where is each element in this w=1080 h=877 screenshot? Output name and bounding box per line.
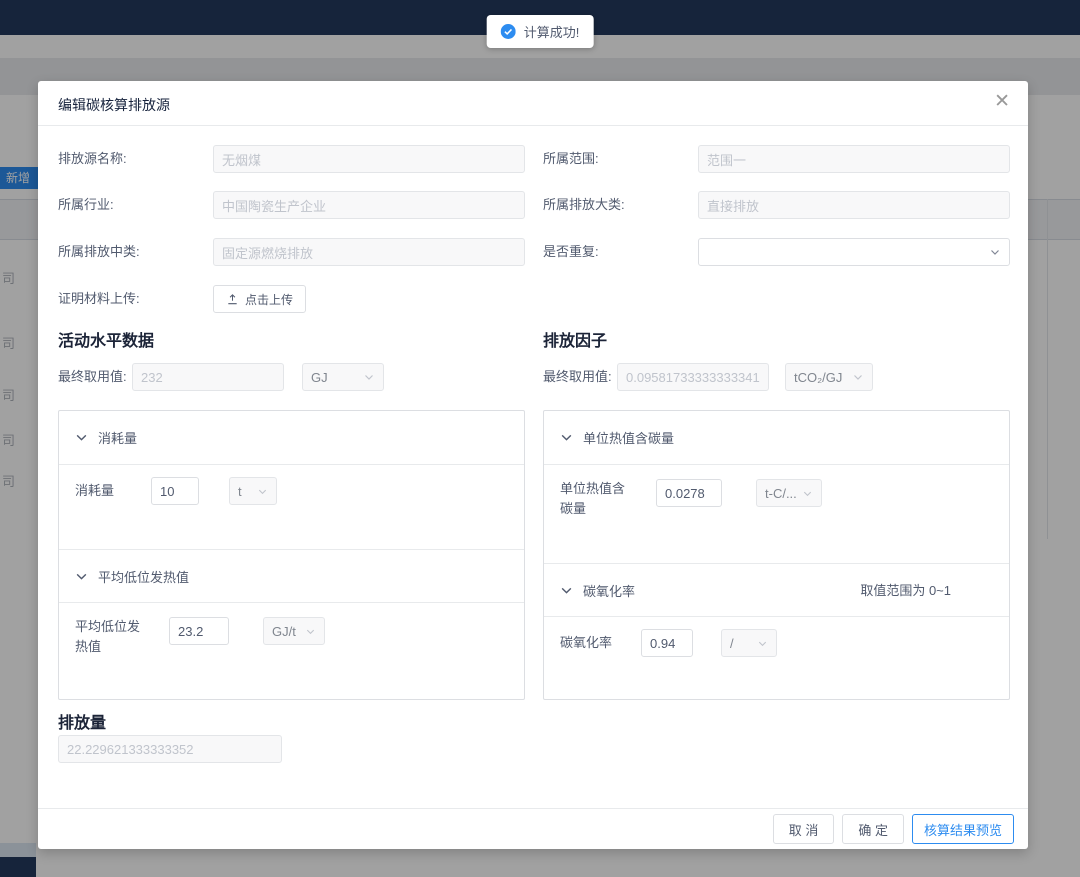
carbon-content-input[interactable] — [656, 479, 722, 507]
carbon-content-panel-header[interactable]: 单位热值含碳量 — [544, 411, 1009, 465]
carbon-content-unit-select: t-C/... — [756, 479, 822, 507]
chevron-down-icon — [852, 371, 864, 383]
header-divider — [38, 125, 1028, 126]
is-duplicate-label: 是否重复: — [543, 238, 599, 266]
oxidation-rate-unit-value: / — [730, 636, 734, 651]
emission-mid-category-label: 所属排放中类: — [58, 238, 140, 266]
heating-value-label: 平均低位发热值 — [75, 617, 151, 657]
industry-field — [213, 191, 525, 219]
oxidation-rate-panel-title: 碳氧化率 — [583, 581, 635, 600]
activity-final-unit-value: GJ — [311, 370, 328, 385]
oxidation-rate-input[interactable] — [641, 629, 693, 657]
heating-value-unit-value: GJ/t — [272, 624, 296, 639]
emission-factor-heading: 排放因子 — [543, 327, 607, 351]
activity-final-value-field — [132, 363, 284, 391]
oxidation-range-note: 取值范围为 0~1 — [860, 564, 951, 618]
activity-final-unit-select: GJ — [302, 363, 384, 391]
carbon-content-label: 单位热值含碳量 — [560, 479, 636, 519]
close-icon[interactable]: ✕ — [994, 91, 1010, 113]
factor-final-value-field — [617, 363, 769, 391]
activity-collapse: 消耗量 消耗量 t 平均低位发热值 平均低位发热值 GJ/t — [58, 410, 525, 700]
chevron-down-icon — [757, 638, 768, 649]
chevron-down-icon — [989, 246, 1001, 258]
consumption-input[interactable] — [151, 477, 199, 505]
consumption-panel-header[interactable]: 消耗量 — [59, 411, 524, 465]
chevron-down-icon — [75, 431, 88, 444]
heating-value-unit-select: GJ/t — [263, 617, 325, 645]
activity-data-heading: 活动水平数据 — [58, 327, 154, 351]
scope-label: 所属范围: — [543, 145, 599, 173]
oxidation-rate-unit-select: / — [721, 629, 777, 657]
success-check-icon — [501, 24, 516, 39]
consumption-label: 消耗量 — [75, 481, 114, 501]
edit-emission-source-dialog: 编辑碳核算排放源 ✕ 排放源名称: 所属范围: 所属行业: 所属排放大类: 所属… — [38, 81, 1028, 849]
heating-value-input[interactable] — [169, 617, 229, 645]
carbon-content-panel-title: 单位热值含碳量 — [583, 428, 674, 447]
carbon-content-panel-body: 单位热值含碳量 t-C/... — [544, 465, 1009, 563]
chevron-down-icon — [560, 431, 573, 444]
consumption-panel-title: 消耗量 — [98, 428, 137, 447]
factor-collapse: 单位热值含碳量 单位热值含碳量 t-C/... 碳氧化率 取值范围为 0~1 碳… — [543, 410, 1010, 700]
cancel-button[interactable]: 取 消 — [773, 814, 835, 844]
heating-value-panel-body: 平均低位发热值 GJ/t — [59, 603, 524, 699]
consumption-unit-value: t — [238, 484, 242, 499]
upload-button-label: 点击上传 — [245, 291, 293, 308]
factor-final-value-label: 最终取用值: — [543, 363, 612, 391]
is-duplicate-select[interactable] — [698, 238, 1010, 266]
footer-divider — [38, 808, 1028, 809]
dialog-footer: 取 消 确 定 核算结果预览 — [773, 814, 1014, 844]
chevron-down-icon — [75, 570, 88, 583]
upload-icon — [226, 293, 239, 306]
industry-label: 所属行业: — [58, 191, 114, 219]
toast-message: 计算成功! — [524, 22, 580, 41]
emission-major-category-field — [698, 191, 1010, 219]
consumption-panel-body: 消耗量 t — [59, 465, 524, 549]
dialog-title: 编辑碳核算排放源 — [58, 95, 170, 115]
source-name-field — [213, 145, 525, 173]
oxidation-rate-panel-header[interactable]: 碳氧化率 取值范围为 0~1 — [544, 563, 1009, 617]
activity-final-value-label: 最终取用值: — [58, 363, 127, 391]
factor-final-unit-value: tCO₂/GJ — [794, 370, 842, 385]
confirm-button[interactable]: 确 定 — [842, 814, 904, 844]
oxidation-rate-panel-body: 碳氧化率 / — [544, 617, 1009, 699]
scope-field — [698, 145, 1010, 173]
emission-mid-category-field — [213, 238, 525, 266]
heating-value-panel-header[interactable]: 平均低位发热值 — [59, 549, 524, 603]
heating-value-panel-title: 平均低位发热值 — [98, 567, 189, 586]
chevron-down-icon — [363, 371, 375, 383]
chevron-down-icon — [257, 486, 268, 497]
emission-amount-field — [58, 735, 282, 763]
emission-major-category-label: 所属排放大类: — [543, 191, 625, 219]
consumption-unit-select: t — [229, 477, 277, 505]
source-name-label: 排放源名称: — [58, 145, 127, 173]
success-toast: 计算成功! — [487, 15, 594, 48]
chevron-down-icon — [305, 626, 316, 637]
emission-amount-heading: 排放量 — [58, 709, 106, 733]
carbon-content-unit-value: t-C/... — [765, 486, 797, 501]
upload-button[interactable]: 点击上传 — [213, 285, 306, 313]
chevron-down-icon — [560, 584, 573, 597]
proof-upload-label: 证明材料上传: — [58, 285, 140, 313]
result-preview-button[interactable]: 核算结果预览 — [912, 814, 1014, 844]
factor-final-unit-select: tCO₂/GJ — [785, 363, 873, 391]
oxidation-rate-label: 碳氧化率 — [560, 633, 612, 653]
chevron-down-icon — [802, 488, 813, 499]
